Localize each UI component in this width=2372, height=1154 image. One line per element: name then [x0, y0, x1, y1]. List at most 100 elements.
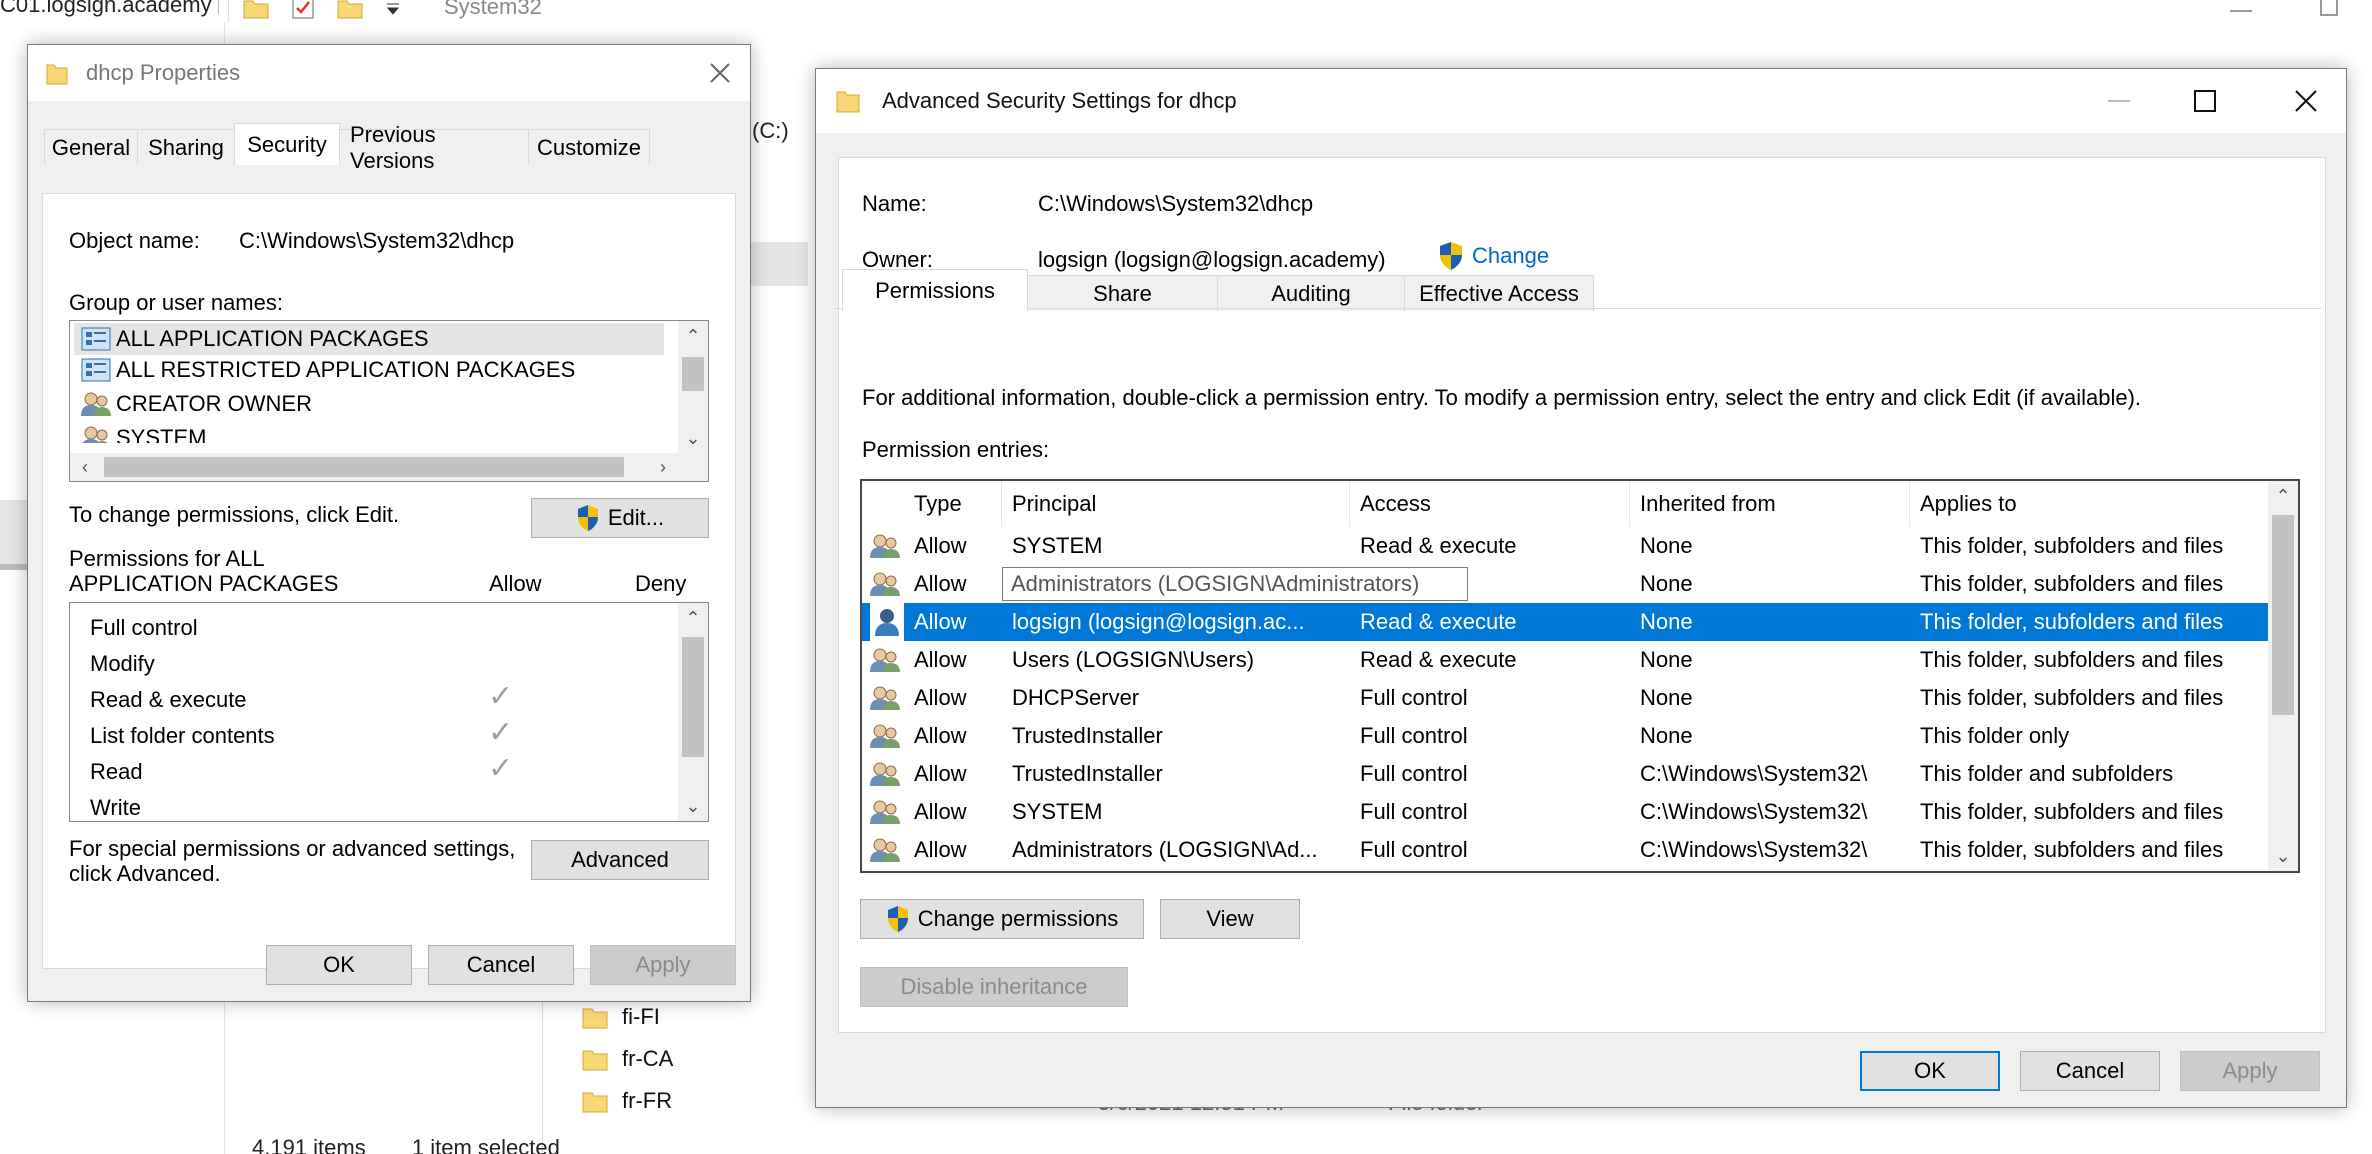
new-folder-icon[interactable] [337, 0, 363, 19]
cell-inherited-from: C:\Windows\System32\ [1640, 799, 1868, 824]
cell-inherited-from: None [1640, 571, 1693, 596]
change-link-text[interactable]: Change [1472, 243, 1549, 269]
scroll-up-icon[interactable]: ⌃ [678, 321, 708, 351]
list-item[interactable]: ALL APPLICATION PACKAGES [74, 323, 664, 355]
list-item[interactable]: fi-FI [582, 1004, 660, 1030]
table-row[interactable]: Allow SYSTEM Read & execute None This fo… [862, 527, 2272, 565]
table-row[interactable]: Allow Administrators (LOGSIGN\Administra… [862, 565, 2272, 603]
close-icon[interactable] [2294, 89, 2318, 113]
tab-general[interactable]: General [44, 129, 138, 165]
folder-icon [46, 64, 68, 85]
permissions-list-scrollbar[interactable]: ⌃ ⌄ [678, 603, 708, 821]
name-label: Name: [862, 191, 927, 216]
scroll-up-icon[interactable]: ⌃ [2268, 481, 2298, 511]
maximize-icon[interactable] [2194, 90, 2216, 112]
users-icon [870, 724, 900, 748]
customize-toolbar-chevron-icon[interactable] [385, 0, 401, 16]
minimize-button[interactable] [2108, 100, 2130, 102]
table-row[interactable]: Allow SYSTEM Full control C:\Windows\Sys… [862, 793, 2272, 831]
table-row[interactable]: Allow TrustedInstaller Full control None… [862, 717, 2272, 755]
close-icon[interactable] [708, 61, 732, 85]
table-row[interactable]: Allow DHCPServer Full control None This … [862, 679, 2272, 717]
tab-permissions[interactable]: Permissions [842, 269, 1028, 311]
folder-icon [582, 1050, 608, 1071]
group-user-list[interactable]: ALL APPLICATION PACKAGES ALL RESTRICTED … [69, 320, 709, 482]
advanced-tabs: Permissions Share Auditing Effective Acc… [842, 269, 1594, 311]
explorer-pane-divider [542, 980, 543, 1154]
scroll-down-icon[interactable]: ⌄ [678, 423, 708, 453]
scroll-down-icon[interactable]: ⌄ [678, 791, 708, 821]
cancel-button[interactable]: Cancel [428, 945, 574, 985]
change-permissions-button[interactable]: Change permissions [860, 899, 1144, 939]
special-permissions-hint-line1: For special permissions or advanced sett… [69, 836, 516, 861]
table-row[interactable]: Allow TrustedInstaller Full control C:\W… [862, 755, 2272, 793]
explorer-drive-label[interactable]: (C:) [752, 118, 789, 144]
cell-access: Full control [1360, 799, 1468, 824]
cell-applies-to: This folder, subfolders and files [1920, 837, 2224, 862]
explorer-left-edge [0, 500, 30, 570]
column-header-type[interactable]: Type [904, 481, 1002, 527]
change-owner-link[interactable]: Change [1438, 241, 1549, 271]
tab-effective-access[interactable]: Effective Access [1404, 275, 1594, 311]
tab-auditing[interactable]: Auditing [1217, 275, 1405, 311]
list-item[interactable]: ALL RESTRICTED APPLICATION PACKAGES [80, 357, 575, 383]
icon-column-header [862, 481, 904, 527]
list-item[interactable]: CREATOR OWNER [80, 391, 312, 417]
column-header-applies-to[interactable]: Applies to [1910, 481, 2272, 527]
advanced-button[interactable]: Advanced [531, 840, 709, 880]
ok-button[interactable]: OK [266, 945, 412, 985]
advanced-titlebar: Advanced Security Settings for dhcp [816, 69, 2346, 133]
column-header-access[interactable]: Access [1350, 481, 1630, 527]
tab-customize[interactable]: Customize [528, 129, 650, 165]
scroll-up-icon[interactable]: ⌃ [678, 603, 708, 633]
cell-type: Allow [914, 799, 967, 824]
permissions-for-label-line1: Permissions for ALL [69, 546, 265, 571]
scrollbar-thumb[interactable] [2272, 515, 2294, 715]
change-permissions-hint: To change permissions, click Edit. [69, 502, 400, 527]
scroll-right-icon[interactable]: › [648, 453, 678, 481]
table-row-selected[interactable]: Allow logsign (logsign@logsign.ac... Rea… [862, 603, 2272, 641]
list-item[interactable]: fr-CA [582, 1046, 673, 1072]
column-header-principal[interactable]: Principal [1002, 481, 1350, 527]
table-row[interactable]: Allow Administrators (LOGSIGN\Ad... Full… [862, 831, 2272, 869]
tab-security[interactable]: Security [234, 123, 340, 165]
permission-entries-table[interactable]: Type Principal Access Inherited from App… [860, 479, 2300, 873]
cancel-button[interactable]: Cancel [2020, 1051, 2160, 1091]
scrollbar-thumb[interactable] [682, 637, 704, 757]
cell-principal-tooltip: Administrators (LOGSIGN\Administrators) [1002, 567, 1468, 601]
view-button[interactable]: View [1160, 899, 1300, 939]
group-list-vertical-scrollbar[interactable]: ⌃ ⌄ [678, 321, 708, 453]
permission-table-scrollbar[interactable]: ⌃ ⌄ [2268, 481, 2298, 871]
list-item[interactable]: fr-FR [582, 1088, 672, 1114]
explorer-titlebar: C01.logsign.academy System32 [0, 0, 2372, 22]
explorer-maximize-button[interactable] [2320, 0, 2338, 16]
tab-panel-border [834, 308, 2322, 309]
group-name: ALL APPLICATION PACKAGES [116, 326, 429, 351]
properties-title: dhcp Properties [86, 60, 241, 85]
properties-check-icon[interactable] [291, 0, 315, 20]
folder-icon[interactable] [243, 0, 269, 19]
group-list-horizontal-scrollbar[interactable]: ‹ › [70, 453, 708, 481]
disable-inheritance-button[interactable]: Disable inheritance [860, 967, 1128, 1007]
column-header-inherited-from[interactable]: Inherited from [1630, 481, 1910, 527]
list-item[interactable]: SYSTEM [80, 425, 206, 443]
cell-inherited-from: None [1640, 685, 1693, 710]
folder-name: fi-FI [622, 1004, 660, 1029]
tab-share[interactable]: Share [1027, 275, 1218, 311]
explorer-minimize-button[interactable] [2230, 10, 2252, 12]
app-packages-icon [81, 358, 111, 382]
scrollbar-thumb[interactable] [682, 357, 704, 391]
apply-button[interactable]: Apply [2180, 1051, 2320, 1091]
tab-sharing[interactable]: Sharing [137, 129, 235, 165]
table-row[interactable]: Allow Users (LOGSIGN\Users) Read & execu… [862, 641, 2272, 679]
scroll-left-icon[interactable]: ‹ [70, 453, 100, 481]
cell-access: Read & execute [1360, 533, 1517, 558]
edit-button[interactable]: Edit... [531, 498, 709, 538]
tab-previous-versions[interactable]: Previous Versions [339, 122, 529, 173]
quick-access-toolbar [228, 0, 401, 22]
ok-button[interactable]: OK [1860, 1051, 2000, 1091]
apply-button[interactable]: Apply [590, 945, 736, 985]
scrollbar-thumb[interactable] [104, 457, 624, 477]
scroll-down-icon[interactable]: ⌄ [2268, 841, 2298, 871]
cell-access: Full control [1360, 723, 1468, 748]
